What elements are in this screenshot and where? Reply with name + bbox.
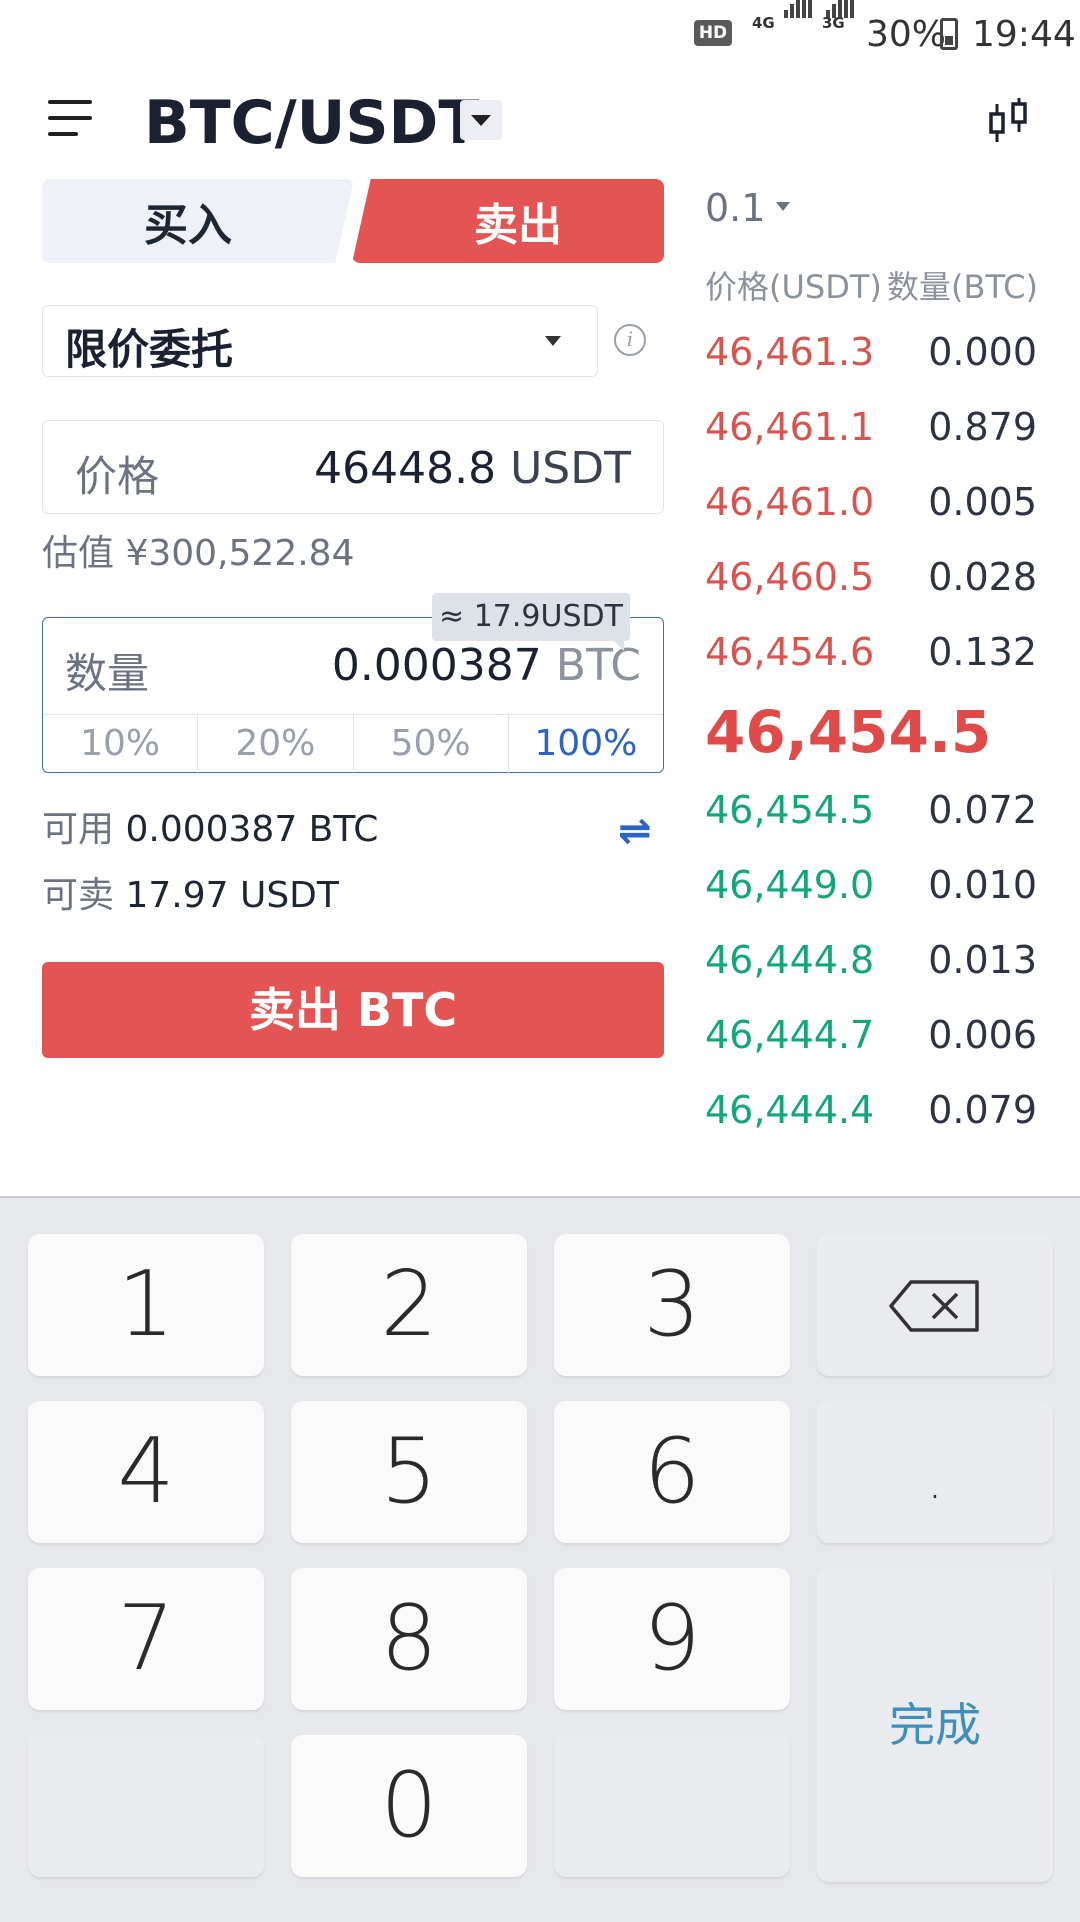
- ask-row[interactable]: 46,461.1 0.879: [705, 405, 1037, 465]
- battery-icon: [940, 18, 958, 50]
- percent-row: 10% 20% 50% 100%: [43, 714, 663, 773]
- order-type-label: 限价委托: [65, 325, 234, 374]
- ask-qty: 0.005: [928, 480, 1037, 524]
- available-label: 可用: [42, 809, 115, 850]
- ask-price: 46,461.0: [705, 480, 875, 524]
- ask-row[interactable]: 46,461.3 0.000: [705, 330, 1037, 390]
- orderbook-header-price: 价格(USDT): [705, 268, 882, 306]
- hd-badge: HD: [694, 20, 732, 46]
- ask-qty: 0.000: [928, 330, 1037, 374]
- price-number: 46448.8: [314, 443, 497, 494]
- key-4[interactable]: 4: [28, 1401, 264, 1543]
- dropdown-icon[interactable]: [460, 100, 502, 140]
- bid-price: 46,449.0: [705, 863, 875, 907]
- tab-buy[interactable]: 买入: [42, 179, 354, 263]
- key-3[interactable]: 3: [554, 1234, 790, 1376]
- sellable-label: 可卖: [42, 875, 115, 916]
- tab-sell[interactable]: 卖出: [352, 179, 664, 263]
- key-5[interactable]: 5: [291, 1401, 527, 1543]
- bid-row[interactable]: 46,444.7 0.006: [705, 1013, 1037, 1073]
- percent-50[interactable]: 50%: [354, 715, 509, 773]
- percent-10[interactable]: 10%: [43, 715, 199, 773]
- quantity-unit: BTC: [555, 640, 641, 691]
- quantity-label: 数量: [65, 649, 150, 698]
- bid-price: 46,444.7: [705, 1013, 875, 1057]
- percent-20[interactable]: 20%: [198, 715, 354, 773]
- quantity-number: 0.000387: [331, 640, 542, 691]
- bid-price: 46,444.4: [705, 1088, 875, 1132]
- price-label: 价格: [75, 452, 160, 501]
- ask-price: 46,461.3: [705, 330, 875, 374]
- price-value[interactable]: 46448.8 USDT: [314, 443, 631, 494]
- depth-selector[interactable]: 0.1: [705, 186, 765, 230]
- caret-down-icon: [545, 336, 561, 346]
- bid-row[interactable]: 46,454.5 0.072: [705, 788, 1037, 848]
- key-7[interactable]: 7: [28, 1568, 264, 1710]
- numeric-keyboard: 1 2 3 4 5 6 . 7 8 9 完成 0: [0, 1196, 1080, 1922]
- key-empty-right: [554, 1735, 790, 1877]
- ask-price: 46,461.1: [705, 405, 875, 449]
- key-decimal[interactable]: .: [817, 1401, 1053, 1543]
- clock: 19:44: [972, 14, 1076, 55]
- menu-icon[interactable]: [48, 100, 92, 138]
- sellable-value: 17.97 USDT: [125, 875, 339, 916]
- network-4g-label: 4G: [752, 14, 775, 32]
- quantity-value[interactable]: 0.000387 BTC: [332, 640, 641, 691]
- bid-row[interactable]: 46,444.4 0.079: [705, 1088, 1037, 1148]
- last-price[interactable]: 46,454.5: [705, 698, 991, 766]
- orderbook-header-qty: 数量(BTC): [887, 268, 1038, 306]
- candlestick-chart-icon[interactable]: [985, 96, 1033, 146]
- key-empty-left: [28, 1735, 264, 1877]
- price-unit: USDT: [510, 443, 631, 494]
- key-1[interactable]: 1: [28, 1234, 264, 1376]
- bid-qty: 0.013: [928, 938, 1037, 982]
- price-input[interactable]: 价格 46448.8 USDT: [42, 420, 664, 514]
- bid-row[interactable]: 46,449.0 0.010: [705, 863, 1037, 923]
- key-9[interactable]: 9: [554, 1568, 790, 1710]
- bid-qty: 0.006: [928, 1013, 1037, 1057]
- pair-title[interactable]: BTC/USDT: [144, 88, 479, 158]
- info-icon[interactable]: i: [614, 324, 646, 356]
- ask-qty: 0.028: [928, 555, 1037, 599]
- ask-price: 46,460.5: [705, 555, 875, 599]
- bid-price: 46,444.8: [705, 938, 875, 982]
- battery-percent: 30%: [866, 14, 947, 55]
- done-key[interactable]: 完成: [817, 1568, 1053, 1882]
- bid-row[interactable]: 46,444.8 0.013: [705, 938, 1037, 998]
- order-type-select[interactable]: 限价委托: [42, 305, 598, 377]
- bid-qty: 0.010: [928, 863, 1037, 907]
- bid-qty: 0.079: [928, 1088, 1037, 1132]
- key-6[interactable]: 6: [554, 1401, 790, 1543]
- available-value: 0.000387 BTC: [125, 809, 379, 850]
- sellable-row: 可卖 17.97 USDT: [42, 866, 339, 918]
- caret-down-icon[interactable]: [776, 202, 790, 211]
- key-8[interactable]: 8: [291, 1568, 527, 1710]
- percent-100[interactable]: 100%: [509, 715, 663, 773]
- bid-price: 46,454.5: [705, 788, 875, 832]
- ask-row[interactable]: 46,461.0 0.005: [705, 480, 1037, 540]
- ask-qty: 0.132: [928, 630, 1037, 674]
- ask-row[interactable]: 46,460.5 0.028: [705, 555, 1037, 615]
- status-bar: HD 4G 3G 30% 19:44: [0, 0, 1080, 70]
- available-row: 可用 0.000387 BTC: [42, 800, 378, 852]
- ask-qty: 0.879: [928, 405, 1037, 449]
- ask-row[interactable]: 46,454.6 0.132: [705, 630, 1037, 690]
- backspace-key[interactable]: [817, 1234, 1053, 1376]
- bid-qty: 0.072: [928, 788, 1037, 832]
- ask-price: 46,454.6: [705, 630, 875, 674]
- price-estimate: 估值 ¥300,522.84: [42, 533, 355, 574]
- swap-icon[interactable]: ⇌: [618, 808, 652, 854]
- quantity-tooltip: ≈ 17.9USDT: [432, 593, 630, 651]
- backspace-icon: [889, 1280, 979, 1332]
- sell-button[interactable]: 卖出 BTC: [42, 962, 664, 1058]
- key-2[interactable]: 2: [291, 1234, 527, 1376]
- key-0[interactable]: 0: [291, 1735, 527, 1877]
